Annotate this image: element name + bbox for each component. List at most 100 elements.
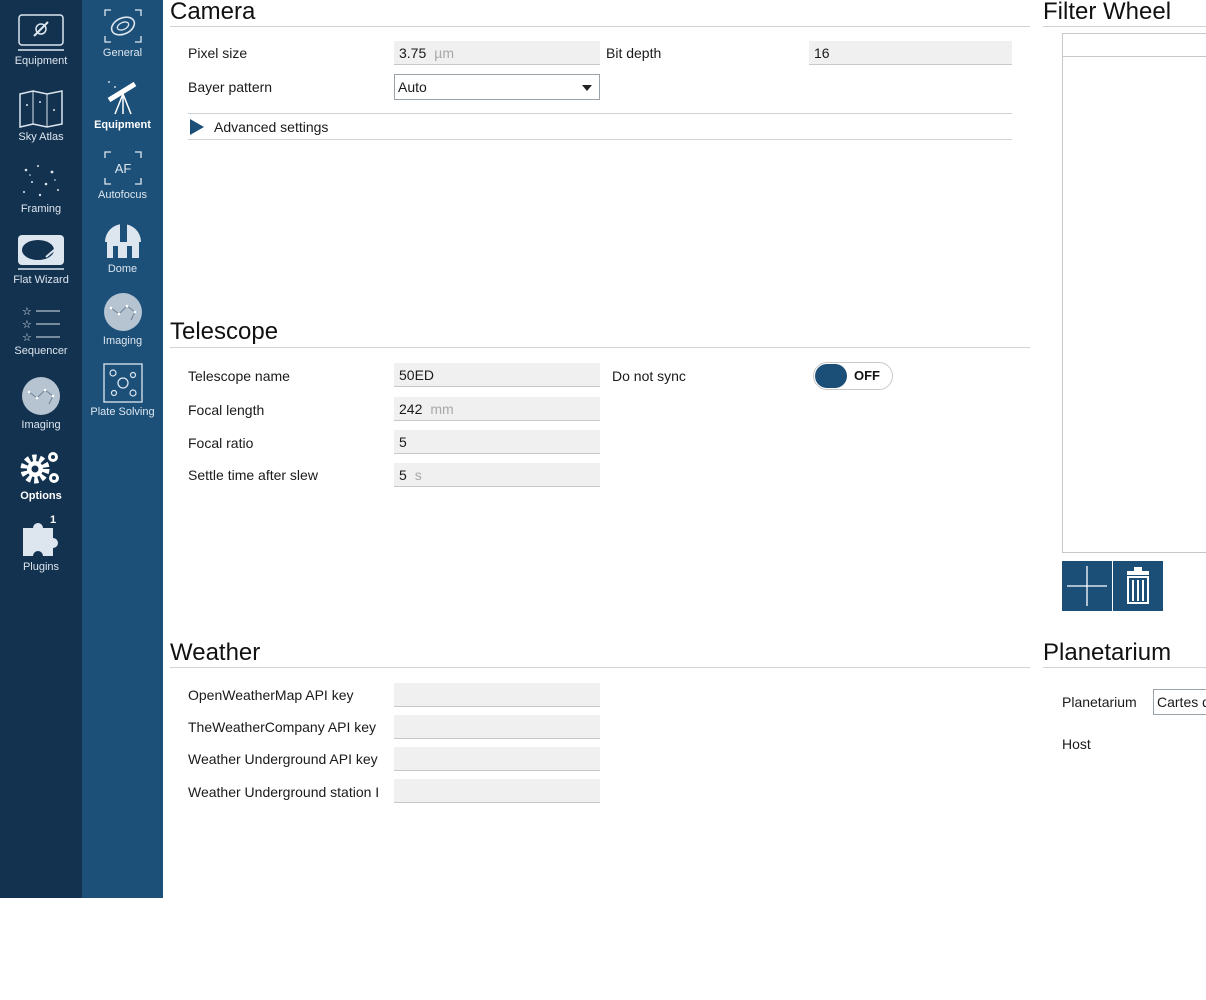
telescope-name-label: Telescope name: [188, 368, 290, 384]
constellation-icon: [22, 377, 60, 415]
camera-divider: [170, 26, 1030, 27]
nav-label: Options: [20, 490, 62, 502]
subnav-equipment[interactable]: Equipment: [82, 78, 163, 131]
wu-api-key-field[interactable]: [394, 747, 600, 771]
bit-depth-value: 16: [814, 45, 830, 61]
filter-wheel-title: Filter Wheel: [1043, 0, 1172, 25]
focal-length-field[interactable]: 242 mm: [394, 397, 600, 421]
svg-text:☆: ☆: [22, 331, 32, 342]
plugins-badge: 1: [50, 514, 57, 526]
filter-list[interactable]: [1062, 33, 1206, 553]
do-not-sync-toggle[interactable]: OFF: [813, 362, 893, 390]
toggle-state: OFF: [854, 368, 880, 383]
chevron-down-icon: [582, 85, 592, 91]
focal-ratio-field[interactable]: 5: [394, 430, 600, 454]
nav-sequencer[interactable]: ☆ ☆ ☆ Sequencer: [0, 304, 82, 357]
bayer-pattern-value: Auto: [398, 79, 427, 95]
nav-framing[interactable]: Framing: [0, 162, 82, 215]
subnav-label: Equipment: [94, 119, 151, 131]
delete-filter-button[interactable]: [1113, 561, 1163, 611]
subnav-autofocus[interactable]: AF Autofocus: [82, 150, 163, 201]
nav-label: Framing: [20, 203, 62, 215]
wu-api-key-label: Weather Underground API key: [188, 751, 378, 767]
settle-time-label: Settle time after slew: [188, 467, 318, 483]
twc-api-key-field[interactable]: [394, 715, 600, 739]
toggle-knob: [815, 364, 847, 388]
weather-divider: [170, 667, 1030, 668]
sequence-list-icon: ☆ ☆ ☆: [22, 305, 60, 342]
options-subnavigation: General Equipment AF Autofocus Dome Imag…: [82, 0, 163, 898]
focal-length-unit: mm: [430, 401, 454, 417]
planetarium-divider: [1043, 667, 1206, 668]
observatory-icon: [104, 224, 141, 258]
subnav-label: Plate Solving: [90, 406, 155, 418]
main-navigation: Equipment Sky Atlas Framing Flat Wizard: [0, 0, 82, 898]
weather-title: Weather: [170, 639, 261, 666]
plug-icon: [18, 14, 64, 51]
telescope-name-field[interactable]: 50ED: [394, 363, 600, 387]
do-not-sync-label: Do not sync: [612, 368, 686, 384]
planetarium-label: Planetarium: [1062, 694, 1137, 710]
nav-label: Imaging: [21, 419, 61, 431]
bayer-pattern-label: Bayer pattern: [188, 79, 273, 95]
flat-wizard-icon: [18, 235, 64, 270]
nav-sky-atlas[interactable]: Sky Atlas: [0, 90, 82, 143]
bit-depth-field[interactable]: 16: [809, 41, 1012, 65]
twc-api-key-label: TheWeatherCompany API key: [188, 719, 377, 735]
focal-length-label: Focal length: [188, 402, 265, 418]
wu-station-id-label: Weather Underground station I: [188, 784, 380, 800]
telescope-divider: [170, 347, 1030, 348]
subnav-general[interactable]: General: [82, 8, 163, 59]
galaxy-icon: [103, 9, 142, 43]
nav-options[interactable]: Options: [0, 447, 82, 502]
autofocus-icon: AF: [103, 151, 142, 185]
bit-depth-label: Bit depth: [606, 45, 662, 61]
settle-time-field[interactable]: 5s: [394, 463, 600, 487]
pixel-size-label: Pixel size: [188, 45, 248, 61]
nav-plugins[interactable]: 1 Plugins: [0, 514, 82, 573]
nav-equipment[interactable]: Equipment: [0, 12, 82, 67]
puzzle-icon: [23, 523, 58, 556]
settle-time-value: 5: [399, 467, 407, 483]
svg-text:☆: ☆: [22, 305, 32, 318]
pixel-size-field[interactable]: 3.75 µm: [394, 41, 600, 65]
expand-triangle-icon: [190, 119, 204, 135]
focal-ratio-label: Focal ratio: [188, 435, 254, 451]
nav-imaging[interactable]: Imaging: [0, 376, 82, 431]
host-label: Host: [1062, 736, 1091, 752]
nav-flat-wizard[interactable]: Flat Wizard: [0, 233, 82, 286]
add-filter-button[interactable]: [1062, 561, 1112, 611]
telescope-name-value: 50ED: [399, 367, 435, 383]
planetarium-select[interactable]: Cartes d: [1153, 689, 1206, 715]
advanced-settings-expander[interactable]: Advanced settings: [188, 113, 1012, 140]
nav-label: Equipment: [14, 55, 68, 67]
subnav-imaging[interactable]: Imaging: [82, 292, 163, 347]
subnav-label: General: [102, 47, 143, 59]
filter-list-header: [1063, 34, 1206, 57]
subnav-plate-solving[interactable]: Plate Solving: [82, 363, 163, 418]
filter-wheel-divider: [1043, 26, 1206, 27]
wu-station-id-field[interactable]: [394, 779, 600, 803]
nav-label: Plugins: [22, 561, 60, 573]
gears-icon: [20, 452, 59, 484]
pixel-size-value: 3.75: [399, 45, 427, 61]
subnav-label: Autofocus: [98, 189, 147, 201]
bayer-pattern-select[interactable]: Auto: [394, 74, 600, 100]
subnav-label: Dome: [107, 263, 138, 275]
plus-icon: [1067, 566, 1107, 606]
advanced-settings-label: Advanced settings: [214, 119, 329, 135]
telescope-title: Telescope: [170, 318, 279, 345]
subnav-dome[interactable]: Dome: [82, 220, 163, 275]
settle-time-unit: s: [414, 467, 422, 483]
focal-length-value: 242: [399, 401, 423, 417]
owm-api-key-field[interactable]: [394, 683, 600, 707]
autofocus-icon-text: AF: [114, 161, 131, 176]
planetarium-title: Planetarium: [1043, 639, 1172, 666]
constellation-icon: [103, 293, 142, 331]
focal-ratio-value: 5: [399, 434, 407, 450]
nav-label: Sky Atlas: [18, 131, 64, 143]
nav-label: Flat Wizard: [13, 274, 69, 286]
pixel-size-unit: µm: [434, 45, 454, 61]
svg-text:☆: ☆: [22, 318, 32, 331]
subnav-label: Imaging: [102, 335, 143, 347]
